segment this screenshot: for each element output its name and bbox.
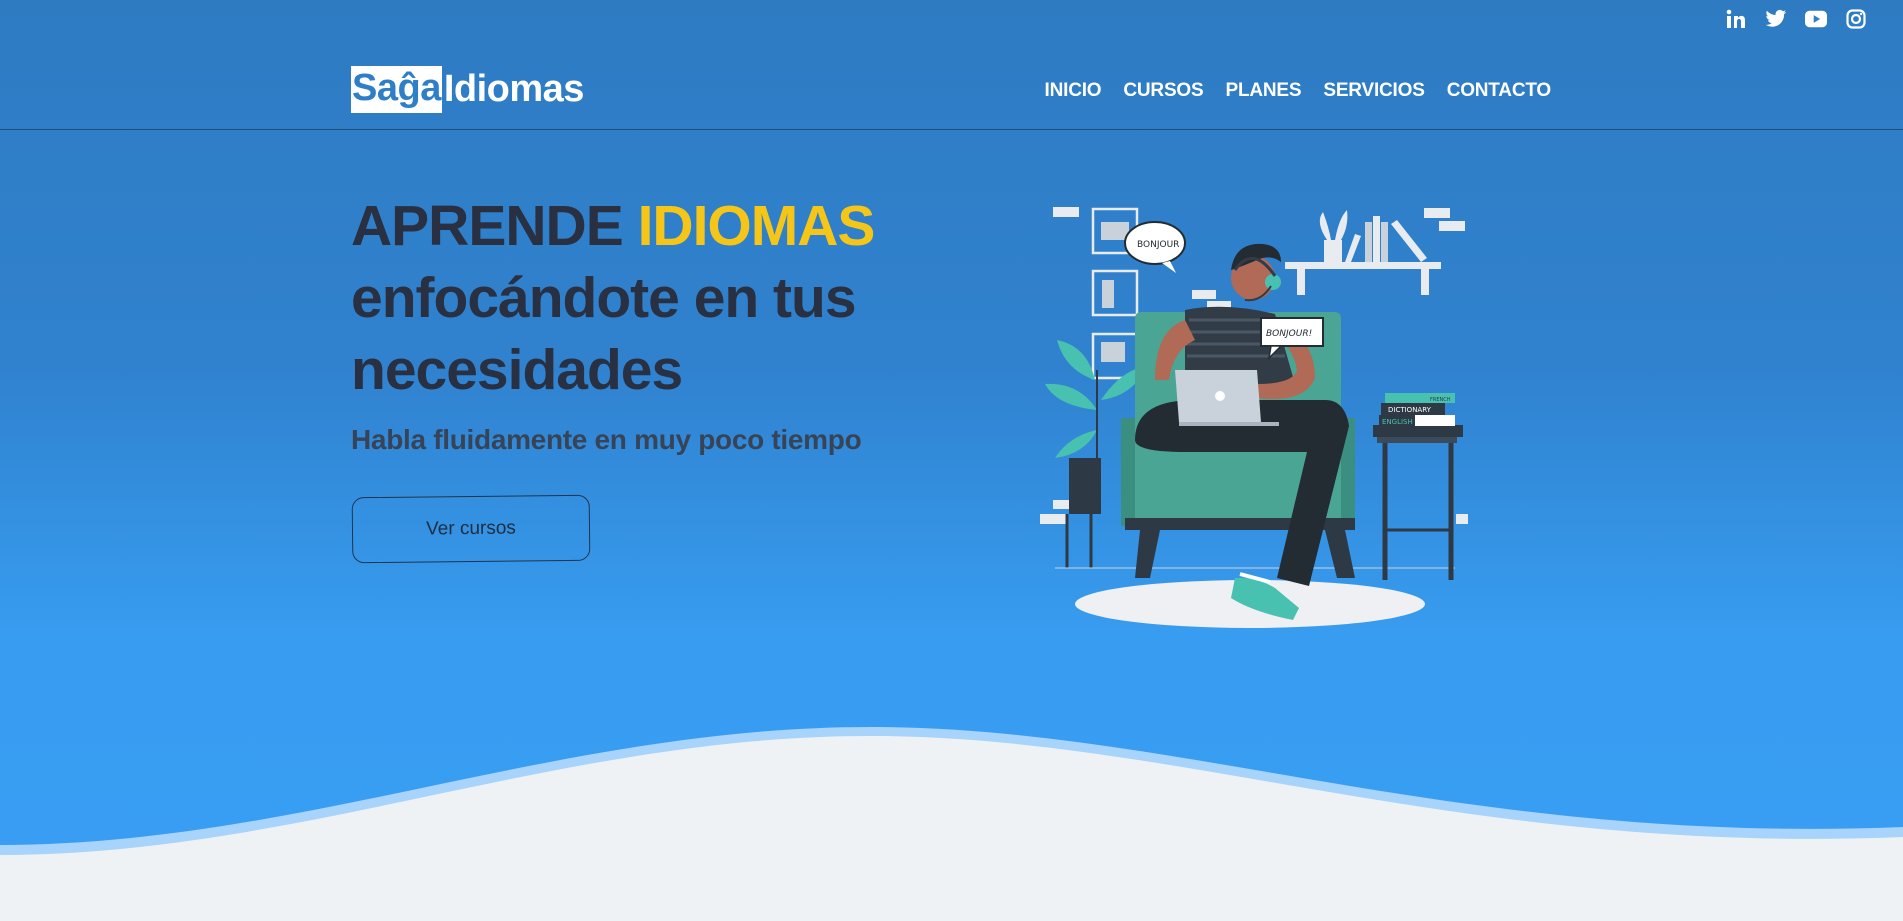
hero-title-line2: enfocándote en tus (351, 266, 857, 330)
hero-title-word1: APRENDE (351, 194, 624, 258)
hero-title: APRENDE IDIOMAS enfocándote en tus neces… (351, 190, 971, 406)
nav-contacto[interactable]: CONTACTO (1447, 80, 1552, 102)
book-english: ENGLISH (1382, 418, 1413, 426)
hero-title-line3: necesidades (351, 338, 683, 402)
book-dictionary: DICTIONARY (1388, 406, 1432, 414)
hero-illustration: DICTIONARY ENGLISH FRENCH BONJOUR BONJOU… (1040, 207, 1468, 628)
hero-title-accent: IDIOMAS (637, 194, 876, 258)
nav-planes[interactable]: PLANES (1225, 80, 1301, 102)
site-header: Saĝa Idiomas INICIO CURSOS PLANES SERVICI… (0, 0, 1903, 130)
main-nav: INICIO CURSOS PLANES SERVICIOS CONTACTO (1045, 80, 1552, 102)
hero-wave (0, 727, 1903, 921)
logo[interactable]: Saĝa Idiomas (351, 66, 584, 113)
hero-subtitle: Habla fluidamente en muy poco tiempo (351, 424, 862, 455)
nav-servicios[interactable]: SERVICIOS (1323, 80, 1425, 102)
bubble-bonjour-exclaim: BONJOUR! (1266, 329, 1312, 339)
logo-idiomas: Idiomas (443, 67, 585, 110)
nav-cursos[interactable]: CURSOS (1123, 80, 1203, 102)
logo-saga: Saĝa (351, 66, 442, 113)
bubble-bonjour: BONJOUR (1137, 240, 1179, 250)
ver-cursos-button[interactable]: Ver cursos (351, 494, 591, 564)
nav-inicio[interactable]: INICIO (1045, 80, 1102, 102)
hero-text: APRENDE IDIOMAS enfocándote en tus neces… (351, 190, 971, 456)
book-french: FRENCH (1430, 397, 1451, 403)
